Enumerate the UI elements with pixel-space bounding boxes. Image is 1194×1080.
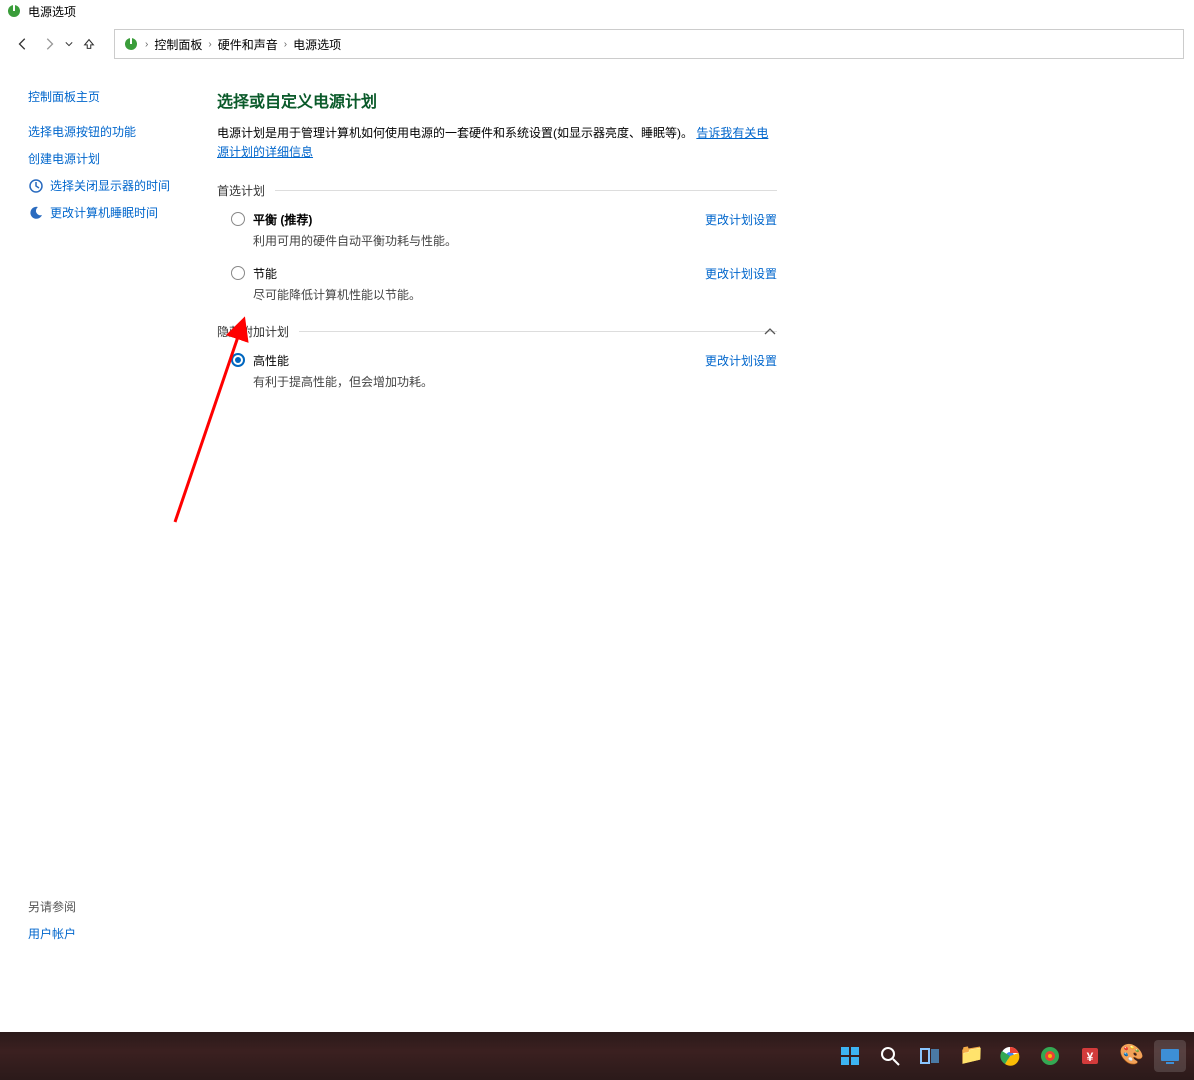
divider xyxy=(275,190,777,191)
window-title: 电源选项 xyxy=(28,3,76,20)
page-title: 选择或自定义电源计划 xyxy=(217,88,1176,112)
plan-description: 利用可用的硬件自动平衡功耗与性能。 xyxy=(253,232,685,249)
sidebar-link-sleep-time[interactable]: 更改计算机睡眠时间 xyxy=(28,204,187,221)
window-titlebar: 电源选项 xyxy=(0,0,1194,22)
explorer-button[interactable]: 📁 xyxy=(954,1040,986,1072)
paint-button[interactable]: 🎨 xyxy=(1114,1040,1146,1072)
change-plan-settings-link[interactable]: 更改计划设置 xyxy=(705,265,777,303)
plan-balanced: 平衡 (推荐) 利用可用的硬件自动平衡功耗与性能。 更改计划设置 xyxy=(231,211,777,249)
chrome-button[interactable] xyxy=(994,1040,1026,1072)
nav-up-button[interactable] xyxy=(76,31,102,57)
search-button[interactable] xyxy=(874,1040,906,1072)
plan-power-saver: 节能 尽可能降低计算机性能以节能。 更改计划设置 xyxy=(231,265,777,303)
section-header-preferred: 首选计划 xyxy=(217,182,777,199)
clock-icon xyxy=(28,178,44,194)
start-button[interactable] xyxy=(834,1040,866,1072)
change-plan-settings-link[interactable]: 更改计划设置 xyxy=(705,352,777,390)
section-title: 隐藏附加计划 xyxy=(217,323,289,340)
radio-balanced[interactable] xyxy=(231,212,245,226)
main-panel: 选择或自定义电源计划 电源计划是用于管理计算机如何使用电源的一套硬件和系统设置(… xyxy=(205,66,1194,1002)
sidebar-see-also: 另请参阅 用户帐户 xyxy=(28,898,187,952)
sidebar-see-also-header: 另请参阅 xyxy=(28,898,187,915)
palette-icon: 🎨 xyxy=(1119,1045,1141,1067)
sidebar-link-display-off[interactable]: 选择关闭显示器的时间 xyxy=(28,177,187,194)
sidebar-item-label: 更改计算机睡眠时间 xyxy=(50,204,158,221)
chevron-right-icon: › xyxy=(208,39,211,50)
plan-high-performance: 高性能 有利于提高性能，但会增加功耗。 更改计划设置 xyxy=(231,352,777,390)
control-panel-button[interactable] xyxy=(1154,1040,1186,1072)
preferred-plans-section: 首选计划 平衡 (推荐) 利用可用的硬件自动平衡功耗与性能。 更改计划设置 节能… xyxy=(217,182,777,303)
description-text: 电源计划是用于管理计算机如何使用电源的一套硬件和系统设置(如显示器亮度、睡眠等)… xyxy=(217,126,693,140)
breadcrumb-item[interactable]: 硬件和声音 xyxy=(218,36,278,53)
chevron-right-icon: › xyxy=(284,39,287,50)
sidebar-home-link[interactable]: 控制面板主页 xyxy=(28,88,187,105)
content-area: 控制面板主页 选择电源按钮的功能 创建电源计划 选择关闭显示器的时间 更改计算机… xyxy=(0,66,1194,1002)
nav-history-dropdown[interactable] xyxy=(62,40,76,48)
moon-icon xyxy=(28,205,44,221)
section-header-hidden[interactable]: 隐藏附加计划 xyxy=(217,323,777,340)
breadcrumb-item[interactable]: 电源选项 xyxy=(293,36,341,53)
taskbar: 📁 ¥ 🎨 xyxy=(0,1032,1194,1080)
power-icon xyxy=(123,36,139,52)
sidebar-item-label: 选择关闭显示器的时间 xyxy=(50,177,170,194)
sidebar-link-create-plan[interactable]: 创建电源计划 xyxy=(28,150,187,167)
nav-forward-button[interactable] xyxy=(36,31,62,57)
page-description: 电源计划是用于管理计算机如何使用电源的一套硬件和系统设置(如显示器亮度、睡眠等)… xyxy=(217,124,777,162)
plan-name: 节能 xyxy=(253,265,685,282)
power-icon xyxy=(6,3,22,19)
spacer xyxy=(0,1002,1194,1032)
sidebar-user-accounts-link[interactable]: 用户帐户 xyxy=(28,925,187,942)
chevron-right-icon: › xyxy=(145,39,148,50)
section-title: 首选计划 xyxy=(217,182,265,199)
navigation-bar: › 控制面板 › 硬件和声音 › 电源选项 xyxy=(0,22,1194,66)
sidebar-link-power-button[interactable]: 选择电源按钮的功能 xyxy=(28,123,187,140)
plan-description: 尽可能降低计算机性能以节能。 xyxy=(253,286,685,303)
svg-text:¥: ¥ xyxy=(1087,1050,1094,1064)
sidebar: 控制面板主页 选择电源按钮的功能 创建电源计划 选择关闭显示器的时间 更改计算机… xyxy=(0,66,205,1002)
plan-name: 平衡 (推荐) xyxy=(253,211,685,228)
divider xyxy=(299,331,777,332)
browser2-button[interactable] xyxy=(1034,1040,1066,1072)
plan-description: 有利于提高性能，但会增加功耗。 xyxy=(253,373,685,390)
radio-power-saver[interactable] xyxy=(231,266,245,280)
address-bar[interactable]: › 控制面板 › 硬件和声音 › 电源选项 xyxy=(114,29,1184,59)
app-y-button[interactable]: ¥ xyxy=(1074,1040,1106,1072)
nav-back-button[interactable] xyxy=(10,31,36,57)
folder-icon: 📁 xyxy=(959,1045,981,1067)
taskbar-center: 📁 ¥ 🎨 xyxy=(834,1040,1186,1072)
chevron-up-icon xyxy=(763,325,777,339)
hidden-plans-section: 隐藏附加计划 高性能 有利于提高性能，但会增加功耗。 更改计划设置 xyxy=(217,323,777,390)
breadcrumb-item[interactable]: 控制面板 xyxy=(154,36,202,53)
change-plan-settings-link[interactable]: 更改计划设置 xyxy=(705,211,777,249)
plan-name: 高性能 xyxy=(253,352,685,369)
task-view-button[interactable] xyxy=(914,1040,946,1072)
radio-high-performance[interactable] xyxy=(231,353,245,367)
